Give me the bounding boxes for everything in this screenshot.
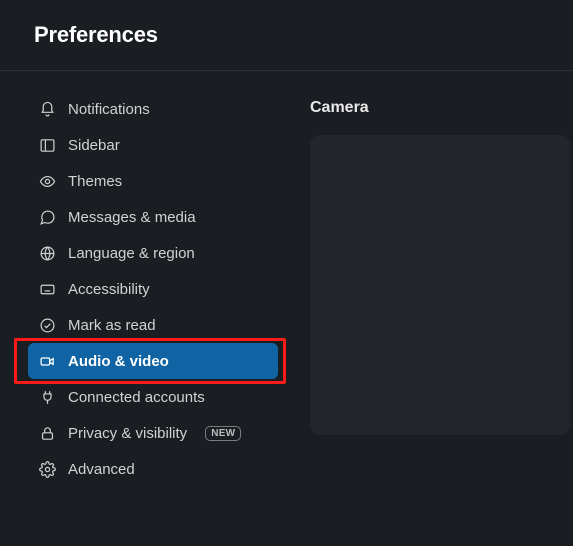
sidebar-item-language-region[interactable]: Language & region — [28, 235, 278, 271]
sidebar-item-label: Accessibility — [68, 281, 150, 298]
sidebar-item-label: Notifications — [68, 101, 150, 118]
page-title: Preferences — [34, 22, 539, 48]
camera-preview — [310, 135, 570, 435]
sidebar-item-accessibility[interactable]: Accessibility — [28, 271, 278, 307]
speech-bubble-icon — [38, 208, 56, 226]
sidebar-item-privacy-visibility[interactable]: Privacy & visibility NEW — [28, 415, 278, 451]
new-badge: NEW — [205, 426, 241, 441]
sidebar-item-connected-accounts[interactable]: Connected accounts — [28, 379, 278, 415]
sidebar-item-messages-media[interactable]: Messages & media — [28, 199, 278, 235]
sidebar-item-notifications[interactable]: Notifications — [28, 91, 278, 127]
section-title-camera: Camera — [310, 99, 573, 117]
sidebar: Notifications Sidebar Themes Messages & … — [0, 71, 290, 545]
sidebar-item-label: Mark as read — [68, 317, 156, 334]
bell-icon — [38, 100, 56, 118]
keyboard-icon — [38, 280, 56, 298]
lock-icon — [38, 424, 56, 442]
sidebar-item-themes[interactable]: Themes — [28, 163, 278, 199]
preferences-header: Preferences — [0, 0, 573, 70]
sidebar-item-sidebar[interactable]: Sidebar — [28, 127, 278, 163]
gear-icon — [38, 460, 56, 478]
eye-icon — [38, 172, 56, 190]
sidebar-item-label: Messages & media — [68, 209, 196, 226]
sidebar-item-advanced[interactable]: Advanced — [28, 451, 278, 487]
sidebar-item-label: Privacy & visibility — [68, 425, 187, 442]
sidebar-item-mark-as-read[interactable]: Mark as read — [28, 307, 278, 343]
sidebar-item-label: Advanced — [68, 461, 135, 478]
video-camera-icon — [38, 352, 56, 370]
sidebar-panel-icon — [38, 136, 56, 154]
main-panel: Camera — [290, 71, 573, 545]
body: Notifications Sidebar Themes Messages & … — [0, 71, 573, 545]
sidebar-item-label: Language & region — [68, 245, 195, 262]
sidebar-item-audio-video[interactable]: Audio & video — [28, 343, 278, 379]
globe-icon — [38, 244, 56, 262]
sidebar-item-label: Connected accounts — [68, 389, 205, 406]
check-circle-icon — [38, 316, 56, 334]
sidebar-item-label: Sidebar — [68, 137, 120, 154]
sidebar-item-label: Audio & video — [68, 353, 169, 370]
plug-icon — [38, 388, 56, 406]
sidebar-item-label: Themes — [68, 173, 122, 190]
